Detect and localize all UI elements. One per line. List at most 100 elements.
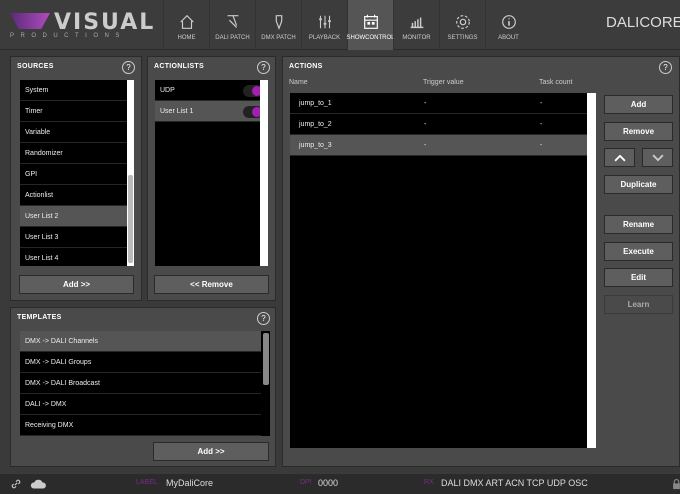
home-icon (179, 14, 194, 29)
nav-settings[interactable]: SETTINGS (439, 0, 485, 50)
list-item[interactable]: Actionlist (20, 185, 134, 206)
logo-word: VISUAL (54, 10, 156, 35)
nav-label: DALI PATCH (215, 35, 250, 41)
settings-icon (455, 15, 470, 29)
list-item[interactable]: DMX -> DALI Broadcast (20, 373, 270, 394)
table-row[interactable]: jump_to_1 - - (290, 93, 595, 114)
logo-mark (10, 13, 50, 29)
list-item[interactable]: User List 4 (20, 248, 134, 266)
action-trigger: - (424, 142, 427, 149)
actionlist-label: UDP (160, 87, 175, 94)
device-brand: DALICORE (606, 14, 680, 31)
actionlists-scrollbar[interactable] (260, 80, 268, 266)
templates-scrollbar[interactable] (261, 331, 270, 436)
remove-actionlist-button[interactable]: << Remove (154, 275, 269, 294)
action-task-count: - (540, 121, 543, 128)
nav-label: SHOWCONTROL (346, 35, 395, 41)
action-task-count: - (540, 100, 543, 107)
scroll-thumb[interactable] (263, 333, 269, 385)
nav-label: SETTINGS (447, 35, 478, 41)
list-item-selected[interactable]: DMX -> DALI Channels (20, 331, 270, 352)
label-caption: LABEL (136, 479, 158, 486)
templates-list: DMX -> DALI Channels DMX -> DALI Groups … (20, 331, 270, 436)
nav-label: DMX PATCH (261, 35, 296, 41)
chevron-up-icon (613, 154, 626, 162)
duplicate-action-button[interactable]: Duplicate (604, 175, 673, 194)
rename-action-button[interactable]: Rename (604, 215, 673, 234)
panel-title: SOURCES (17, 63, 54, 70)
dali-patch-icon (227, 15, 238, 28)
action-name: jump_to_3 (299, 142, 332, 149)
actionlists-list: UDP User List 1 (155, 80, 268, 266)
scroll-thumb[interactable] (128, 175, 133, 263)
add-source-button[interactable]: Add >> (19, 275, 134, 294)
list-item[interactable]: Timer (20, 101, 134, 122)
table-row-selected[interactable]: jump_to_3 - - (290, 135, 595, 156)
actions-scrollbar[interactable] (587, 93, 596, 448)
panel-title: TEMPLATES (17, 314, 62, 321)
actions-table: jump_to_1 - - jump_to_2 - - jump_to_3 - … (290, 93, 595, 448)
list-item[interactable]: DMX -> DALI Groups (20, 352, 270, 373)
about-icon (501, 15, 516, 29)
move-up-button[interactable] (604, 148, 635, 167)
nav-dmx-patch[interactable]: DMX PATCH (255, 0, 301, 50)
link-icon[interactable] (10, 478, 22, 490)
action-name: jump_to_2 (299, 121, 332, 128)
list-item[interactable]: Variable (20, 122, 134, 143)
list-item[interactable]: User List 3 (20, 227, 134, 248)
column-header-task-count[interactable]: Task count (539, 79, 572, 86)
nav-monitor[interactable]: MONITOR (393, 0, 439, 50)
list-item[interactable]: System (20, 80, 134, 101)
rx-value: DALI DMX ART ACN TCP UDP OSC (441, 478, 588, 488)
cloud-icon[interactable] (29, 478, 47, 490)
rx-caption: RX (424, 479, 434, 486)
top-bar: VISUAL PRODUCTIONS HOME DALI PATCH DMX P… (0, 0, 680, 50)
dpi-value: 0000 (318, 478, 339, 488)
add-template-button[interactable]: Add >> (153, 442, 269, 461)
nav-label: MONITOR (402, 35, 431, 41)
table-row[interactable]: jump_to_2 - - (290, 114, 595, 135)
logo-sub: PRODUCTIONS (10, 33, 126, 39)
templates-panel: TEMPLATES ? DMX -> DALI Channels DMX -> … (10, 307, 276, 467)
list-item[interactable]: Receiving DMX (20, 415, 270, 436)
help-icon[interactable]: ? (257, 61, 270, 74)
list-item[interactable]: UDP (155, 80, 268, 101)
nav-label: ABOUT (498, 35, 519, 41)
list-item[interactable]: Randomizer (20, 143, 134, 164)
showcontrol-icon (363, 14, 378, 29)
actions-header: Name Trigger value Task count (289, 79, 589, 91)
action-task-count: - (540, 142, 543, 149)
action-trigger: - (424, 121, 427, 128)
nav-dali-patch[interactable]: DALI PATCH (209, 0, 255, 50)
panel-title: ACTIONS (289, 63, 323, 70)
learn-action-button[interactable]: Learn (604, 295, 673, 314)
column-header-trigger[interactable]: Trigger value (423, 79, 464, 86)
list-item[interactable]: DALI -> DMX (20, 394, 270, 415)
panel-title: ACTIONLISTS (154, 63, 204, 70)
device-label-value: MyDaliCore (166, 478, 214, 488)
add-action-button[interactable]: Add (604, 95, 673, 114)
nav-label: PLAYBACK (308, 35, 341, 41)
list-item-selected[interactable]: User List 1 (155, 101, 268, 122)
execute-action-button[interactable]: Execute (604, 242, 673, 261)
lock-icon[interactable] (672, 478, 680, 490)
nav-about[interactable]: ABOUT (485, 0, 531, 50)
nav-showcontrol[interactable]: SHOWCONTROL (346, 0, 395, 50)
help-icon[interactable]: ? (257, 312, 270, 325)
column-header-name[interactable]: Name (289, 79, 308, 86)
playback-icon (318, 15, 331, 29)
edit-action-button[interactable]: Edit (604, 268, 673, 287)
list-item-selected[interactable]: User List 2 (20, 206, 134, 227)
sources-panel: SOURCES ? System Timer Variable Randomiz… (10, 56, 142, 301)
list-item[interactable]: GPI (20, 164, 134, 185)
nav-playback[interactable]: PLAYBACK (301, 0, 347, 50)
remove-action-button[interactable]: Remove (604, 122, 673, 141)
move-down-button[interactable] (642, 148, 673, 167)
help-icon[interactable]: ? (122, 61, 135, 74)
help-icon[interactable]: ? (659, 61, 672, 74)
actionlist-label: User List 1 (160, 108, 194, 115)
nav-home[interactable]: HOME (163, 0, 209, 50)
nav-label: HOME (177, 35, 196, 41)
sources-scrollbar[interactable] (127, 80, 134, 266)
monitor-icon (410, 17, 423, 29)
